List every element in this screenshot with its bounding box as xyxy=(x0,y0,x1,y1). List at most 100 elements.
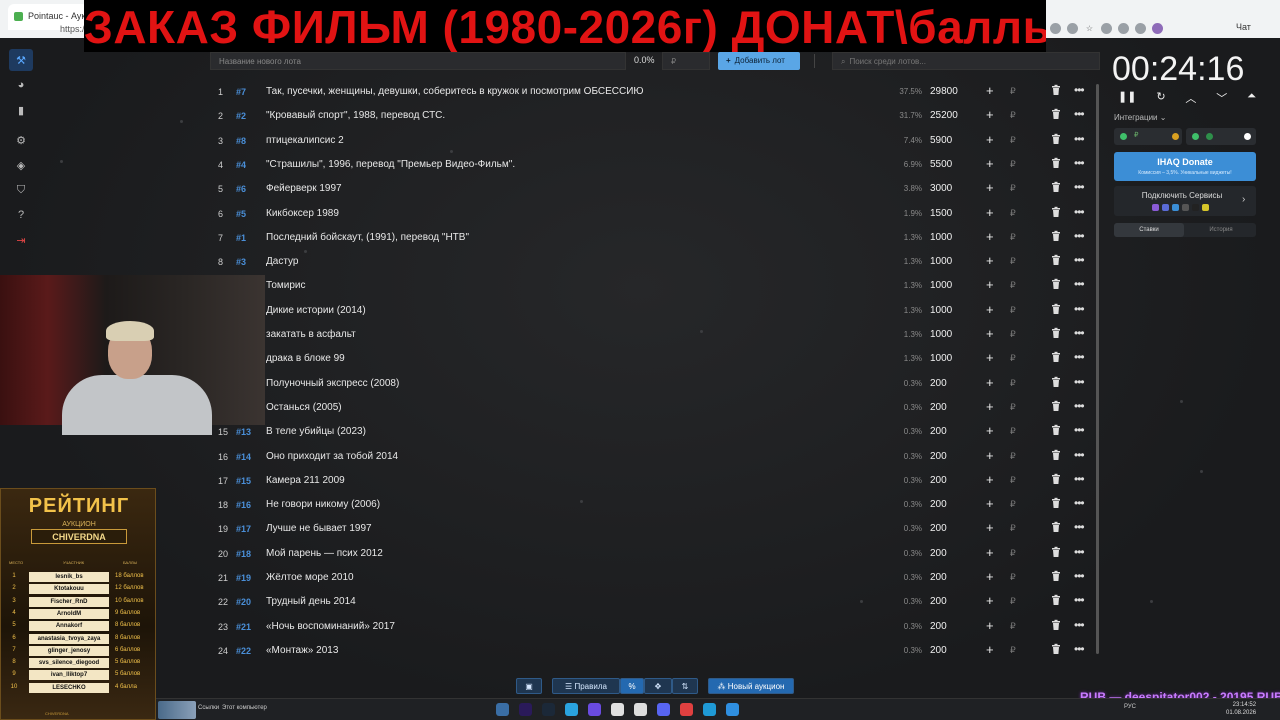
lot-row[interactable]: 4 #4 "Страшилы", 1996, перевод "Премьер Ви… xyxy=(210,153,1090,177)
lot-row[interactable]: 5 #6 Фейерверк 1997 3.8% 3000 + ₽ ••• xyxy=(210,177,1090,201)
more-options-icon[interactable]: ••• xyxy=(1074,107,1085,121)
lot-amount[interactable]: 1000 xyxy=(930,353,952,364)
lot-name[interactable]: «Монтаж» 2013 xyxy=(266,645,338,656)
more-options-icon[interactable]: ••• xyxy=(1074,496,1085,510)
reset-icon[interactable]: ↻ xyxy=(1156,90,1165,106)
taskbar-lang[interactable]: РУС xyxy=(1124,704,1136,710)
trash-icon[interactable] xyxy=(1050,303,1064,317)
add-bid-icon[interactable]: + xyxy=(986,229,994,244)
lot-amount[interactable]: 200 xyxy=(930,475,947,486)
lot-amount[interactable]: 3000 xyxy=(930,183,952,194)
trash-icon[interactable] xyxy=(1050,157,1064,171)
sidebar-layers-icon[interactable]: ◈ xyxy=(9,154,33,176)
lot-amount[interactable]: 200 xyxy=(930,451,947,462)
trash-icon[interactable] xyxy=(1050,181,1064,195)
ruble-icon[interactable]: ₽ xyxy=(1010,402,1016,413)
ruble-icon[interactable]: ₽ xyxy=(1010,110,1016,121)
move-button[interactable]: ✥ xyxy=(644,678,672,694)
lot-amount[interactable]: 200 xyxy=(930,378,947,389)
tab-bids[interactable]: Ставки xyxy=(1114,223,1184,237)
add-bid-icon[interactable]: + xyxy=(986,205,994,220)
more-options-icon[interactable]: ••• xyxy=(1074,642,1085,656)
lot-name[interactable]: В теле убийцы (2023) xyxy=(266,426,366,437)
add-bid-icon[interactable]: + xyxy=(986,399,994,414)
trash-icon[interactable] xyxy=(1050,546,1064,560)
add-bid-icon[interactable]: + xyxy=(986,107,994,122)
lot-name[interactable]: Кикбоксер 1989 xyxy=(266,208,339,219)
lot-row[interactable]: 24 #22 «Монтаж» 2013 0.3% 200 + ₽ ••• xyxy=(210,639,1090,663)
integrations-dropdown[interactable]: Интеграции ⌄ xyxy=(1114,113,1166,122)
more-options-icon[interactable]: ••• xyxy=(1074,229,1085,243)
telegram-icon[interactable] xyxy=(565,703,578,716)
more-options-icon[interactable]: ••• xyxy=(1074,132,1085,146)
extension-icon[interactable] xyxy=(1135,22,1146,34)
ihaq-donate-button[interactable]: IHAQ Donate Комиссия – 3,5%. Уникальные … xyxy=(1114,152,1256,181)
more-options-icon[interactable]: ••• xyxy=(1074,205,1085,219)
lot-name[interactable]: Не говори никому (2006) xyxy=(266,499,380,510)
more-options-icon[interactable]: ••• xyxy=(1074,423,1085,437)
trash-icon[interactable] xyxy=(1050,206,1064,220)
lot-row[interactable]: 23 #21 «Ночь воспоминаний» 2017 0.3% 200 + ₽ ••… xyxy=(210,615,1090,639)
chevron-up-icon[interactable]: ︿ xyxy=(1185,90,1196,106)
more-options-icon[interactable]: ••• xyxy=(1074,472,1085,486)
add-bid-icon[interactable]: + xyxy=(986,569,994,584)
ruble-icon[interactable]: ₽ xyxy=(1010,86,1016,97)
lot-row[interactable]: 8 #3 Дастур 1.3% 1000 + ₽ ••• xyxy=(210,250,1090,274)
lot-row[interactable]: 1 #7 Так, пусечки, женщины, девушки, собер… xyxy=(210,80,1090,104)
lot-row[interactable]: 7 #1 Последний бойскаут, (1991), перевод "… xyxy=(210,226,1090,250)
lot-row[interactable]: 16 #14 Оно приходит за тобой 2014 0.3% 200 + ₽… xyxy=(210,445,1090,469)
obs-icon[interactable] xyxy=(680,703,693,716)
ruble-icon[interactable]: ₽ xyxy=(1010,621,1016,632)
more-options-icon[interactable]: ••• xyxy=(1074,350,1085,364)
add-bid-icon[interactable]: + xyxy=(986,253,994,268)
add-bid-icon[interactable]: + xyxy=(986,350,994,365)
steam-icon[interactable] xyxy=(542,703,555,716)
discord-icon[interactable] xyxy=(657,703,670,716)
double-chevron-up-icon[interactable]: ⏶ xyxy=(1247,90,1256,106)
add-bid-icon[interactable]: + xyxy=(986,593,994,608)
trash-icon[interactable] xyxy=(1050,84,1064,98)
trash-icon[interactable] xyxy=(1050,424,1064,438)
lot-amount[interactable]: 200 xyxy=(930,402,947,413)
add-bid-icon[interactable]: + xyxy=(986,302,994,317)
add-bid-icon[interactable]: + xyxy=(986,83,994,98)
ruble-icon[interactable]: ₽ xyxy=(1010,572,1016,583)
trash-icon[interactable] xyxy=(1050,497,1064,511)
trash-icon[interactable] xyxy=(1050,619,1064,633)
lot-amount[interactable]: 1000 xyxy=(930,280,952,291)
rules-button[interactable]: ☰ Правила xyxy=(552,678,620,694)
browser-icon[interactable] xyxy=(726,703,739,716)
trash-icon[interactable] xyxy=(1050,230,1064,244)
sidebar-auction-icon[interactable]: ⚒ xyxy=(9,49,33,71)
lot-row[interactable]: 18 #16 Не говори никому (2006) 0.3% 200 + ₽ ••• xyxy=(210,493,1090,517)
more-options-icon[interactable]: ••• xyxy=(1074,326,1085,340)
lot-name[interactable]: Трудный день 2014 xyxy=(266,596,356,607)
ruble-icon[interactable]: ₽ xyxy=(1010,135,1016,146)
add-bid-icon[interactable]: + xyxy=(986,545,994,560)
trash-icon[interactable] xyxy=(1050,108,1064,122)
lot-row[interactable]: 15 #13 В теле убийцы (2023) 0.3% 200 + ₽ ••• xyxy=(210,420,1090,444)
file-explorer-icon[interactable] xyxy=(496,703,509,716)
calendar-button[interactable]: ▣ xyxy=(516,678,542,694)
lot-amount[interactable]: 200 xyxy=(930,548,947,559)
app-icon[interactable] xyxy=(588,703,601,716)
more-options-icon[interactable]: ••• xyxy=(1074,618,1085,632)
sidebar-wheel-icon[interactable]: ◕ xyxy=(9,74,33,96)
lot-name[interactable]: "Кровавый спорт", 1988, перевод СТС. xyxy=(266,110,445,121)
lot-name[interactable]: закатать в асфальт xyxy=(266,329,356,340)
trash-icon[interactable] xyxy=(1050,643,1064,657)
tab-history[interactable]: История xyxy=(1186,223,1256,237)
lot-row[interactable]: 17 #15 Камера 211 2009 0.3% 200 + ₽ ••• xyxy=(210,469,1090,493)
lot-amount[interactable]: 200 xyxy=(930,426,947,437)
extension-icon[interactable] xyxy=(1050,22,1061,34)
extension-icon[interactable] xyxy=(1118,22,1129,34)
lot-row[interactable]: 2 #2 "Кровавый спорт", 1988, перевод СТС. 3… xyxy=(210,104,1090,128)
more-options-icon[interactable]: ••• xyxy=(1074,448,1085,462)
add-bid-icon[interactable]: + xyxy=(986,375,994,390)
lot-amount[interactable]: 200 xyxy=(930,621,947,632)
star-icon[interactable]: ☆ xyxy=(1084,23,1095,34)
ruble-icon[interactable]: ₽ xyxy=(1010,159,1016,170)
ruble-icon[interactable]: ₽ xyxy=(1010,232,1016,243)
ruble-icon[interactable]: ₽ xyxy=(1010,256,1016,267)
more-options-icon[interactable]: ••• xyxy=(1074,545,1085,559)
